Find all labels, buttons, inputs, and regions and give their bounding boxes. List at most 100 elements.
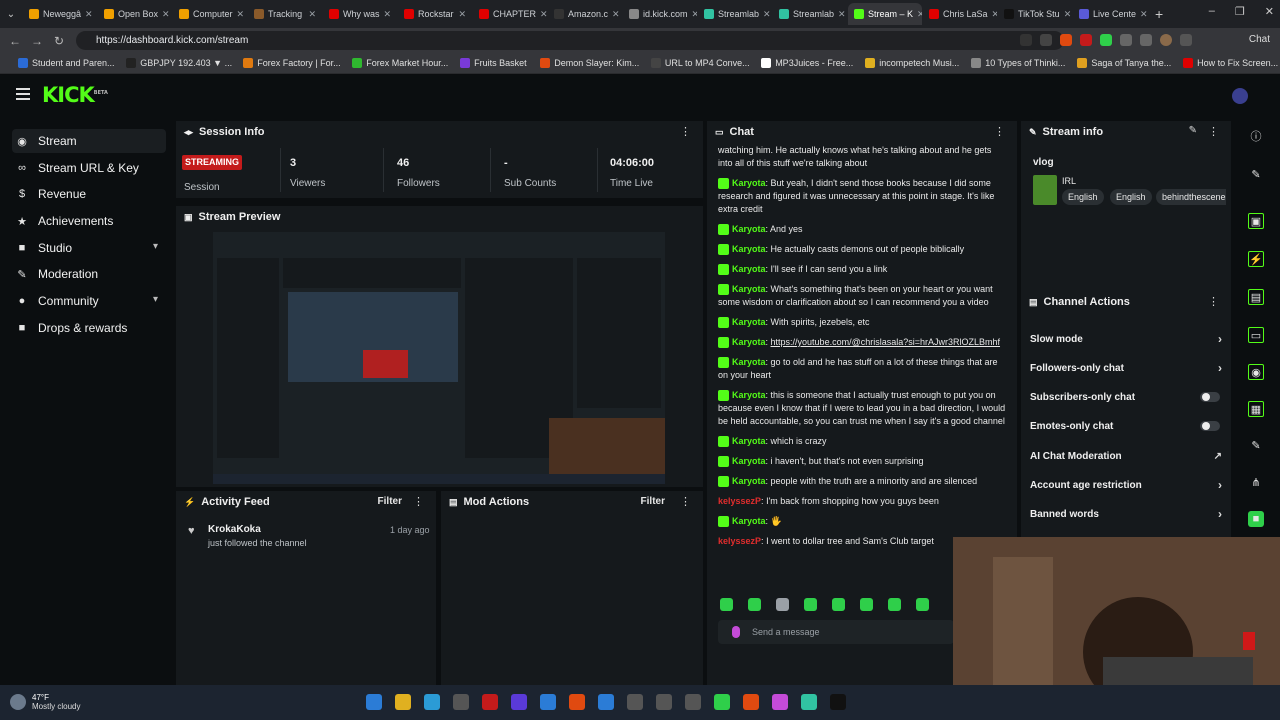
tab-close-icon[interactable]: ✕ <box>1064 9 1072 20</box>
channel-action-slow-mode[interactable]: Slow mode › <box>1030 329 1222 349</box>
bookmark-item[interactable]: 10 Types of Thinki... <box>961 58 1067 68</box>
browser-tab[interactable]: Open Box ✕ <box>98 3 172 25</box>
bookmark-item[interactable]: Forex Factory | For... <box>233 58 342 68</box>
chat-messages[interactable]: watching him. He actually knows what he'… <box>718 144 1008 589</box>
wrench-icon[interactable]: ✎ <box>1248 438 1264 454</box>
emote-icon[interactable] <box>804 598 817 611</box>
chat-username[interactable]: Karyota <box>732 436 766 446</box>
tab-close-icon[interactable]: ✕ <box>763 9 771 20</box>
sidebar-item-community[interactable]: ● Community ▾ <box>12 289 166 313</box>
reload-icon[interactable]: ↻ <box>48 34 70 48</box>
taskbar-app-icon[interactable] <box>453 694 469 710</box>
profile-icon[interactable] <box>1160 34 1172 46</box>
browser-tab[interactable]: Live Cente ✕ <box>1073 3 1147 25</box>
taskbar-app-icon[interactable] <box>598 694 614 710</box>
app-tile-icon[interactable]: ■ <box>1248 511 1264 527</box>
emote-icon[interactable] <box>720 598 733 611</box>
toggle-switch[interactable] <box>1200 421 1220 431</box>
sidebar-item-achievements[interactable]: ★ Achievements <box>12 209 166 233</box>
sidebar-item-revenue[interactable]: $ Revenue <box>12 182 166 206</box>
chat-username[interactable]: Karyota <box>732 337 766 347</box>
taskbar-app-icon[interactable] <box>714 694 730 710</box>
bookmark-item[interactable]: MP3Juices - Free... <box>751 58 855 68</box>
chat-username[interactable]: Karyota <box>732 264 766 274</box>
mod-filter-button[interactable]: Filter <box>641 496 665 507</box>
url-field[interactable]: https://dashboard.kick.com/stream <box>76 31 1064 50</box>
tab-close-icon[interactable]: ✕ <box>85 9 93 20</box>
tab-close-icon[interactable]: ✕ <box>992 9 997 20</box>
channel-action-ai-chat-moderation[interactable]: AI Chat Moderation ↗ <box>1030 446 1222 466</box>
extension-icon[interactable] <box>1060 34 1072 46</box>
taskbar-app-icon[interactable] <box>395 694 411 710</box>
browser-tab[interactable]: CHAPTER ✕ <box>473 3 547 25</box>
bookmark-item[interactable]: Forex Market Hour... <box>342 58 450 68</box>
channel-action-banned-words[interactable]: Banned words › <box>1030 504 1222 524</box>
bookmark-item[interactable]: GBPJPY 192.403 ▼ ... <box>116 58 233 68</box>
taskbar-app-icon[interactable] <box>424 694 440 710</box>
tab-close-icon[interactable]: ✕ <box>162 9 170 20</box>
menu-icon[interactable] <box>1180 34 1192 46</box>
browser-tab[interactable]: TikTok Stu ✕ <box>998 3 1072 25</box>
sidebar-item-stream-url-key[interactable]: ∞ Stream URL & Key <box>12 156 166 180</box>
preview-toggle-icon[interactable]: ▣ <box>1248 213 1264 229</box>
browser-tab[interactable]: Why was ✕ <box>323 3 397 25</box>
stream-preview-video[interactable] <box>213 232 665 484</box>
taskbar-app-icon[interactable] <box>830 694 846 710</box>
browser-tab[interactable]: Rockstar ✕ <box>398 3 472 25</box>
sidebar-item-drops-rewards[interactable]: ■ Drops & rewards <box>12 316 166 340</box>
minimize-icon[interactable]: – <box>1209 5 1215 18</box>
taskbar-app-icon[interactable] <box>772 694 788 710</box>
chat-bubble-icon[interactable]: ▭ <box>1248 327 1264 343</box>
session-info-menu-icon[interactable]: ⋮ <box>680 125 691 138</box>
stream-info-menu-icon[interactable]: ⋮ <box>1208 125 1219 138</box>
tab-close-icon[interactable]: ✕ <box>384 9 392 20</box>
maximize-icon[interactable]: ❐ <box>1235 5 1245 18</box>
taskbar-app-icon[interactable] <box>627 694 643 710</box>
emote-icon[interactable] <box>776 598 789 611</box>
sidebar-item-studio[interactable]: ■ Studio ▾ <box>12 236 166 260</box>
taskbar-app-icon[interactable] <box>511 694 527 710</box>
chat-link[interactable]: https://youtube.com/@chrislasala?si=hrAJ… <box>771 337 1000 347</box>
bookmark-item[interactable]: URL to MP4 Conve... <box>641 58 751 68</box>
extension-icon[interactable] <box>1120 34 1132 46</box>
chat-username[interactable]: Karyota <box>732 390 766 400</box>
extension-icon[interactable] <box>1020 34 1032 46</box>
bookmark-item[interactable]: Saga of Tanya the... <box>1067 58 1173 68</box>
extension-icon[interactable] <box>1140 34 1152 46</box>
channel-action-followers-only-chat[interactable]: Followers-only chat › <box>1030 358 1222 378</box>
tab-close-icon[interactable]: ✕ <box>540 9 547 20</box>
chat-username[interactable]: Karyota <box>732 244 766 254</box>
chat-username[interactable]: kelyssezP <box>718 496 761 506</box>
browser-tab[interactable]: Computer ✕ <box>173 3 247 25</box>
chat-username[interactable]: Karyota <box>732 317 766 327</box>
taskbar-app-icon[interactable] <box>801 694 817 710</box>
taskbar-app-icon[interactable] <box>656 694 672 710</box>
emote-icon[interactable] <box>860 598 873 611</box>
browser-tab[interactable]: Stream – K ✕ <box>848 3 922 25</box>
tab-close-icon[interactable]: ✕ <box>237 9 245 20</box>
extension-icon[interactable] <box>1100 34 1112 46</box>
chevron-down-icon[interactable]: ▾ <box>153 294 158 305</box>
browser-chat-button[interactable]: Chat <box>1249 34 1270 45</box>
emote-icon[interactable] <box>832 598 845 611</box>
browser-tab[interactable]: Neweggâ ✕ <box>23 3 97 25</box>
pencil-icon[interactable]: ✎ <box>1248 167 1264 183</box>
chat-menu-icon[interactable]: ⋮ <box>994 125 1005 138</box>
taskbar-app-icon[interactable] <box>569 694 585 710</box>
bookmark-item[interactable]: incompetech Musi... <box>855 58 961 68</box>
emote-icon[interactable] <box>888 598 901 611</box>
forward-icon[interactable]: → <box>26 34 48 48</box>
chat-username[interactable]: Karyota <box>732 178 766 188</box>
chat-username[interactable]: kelyssezP <box>718 536 761 546</box>
weather-widget[interactable]: 47°F Mostly cloudy <box>10 693 80 711</box>
user-avatar[interactable] <box>1232 88 1248 104</box>
close-window-icon[interactable]: ✕ <box>1265 5 1274 18</box>
emote-icon[interactable] <box>916 598 929 611</box>
channel-action-account-age-restriction[interactable]: Account age restriction › <box>1030 475 1222 495</box>
panel-icon[interactable]: ▦ <box>1248 401 1264 417</box>
chat-username[interactable]: Karyota <box>732 357 766 367</box>
tab-close-icon[interactable]: ✕ <box>612 9 620 20</box>
connections-icon[interactable]: ⋔ <box>1248 475 1264 491</box>
channel-actions-menu-icon[interactable]: ⋮ <box>1208 295 1219 308</box>
chat-username[interactable]: Karyota <box>732 476 766 486</box>
